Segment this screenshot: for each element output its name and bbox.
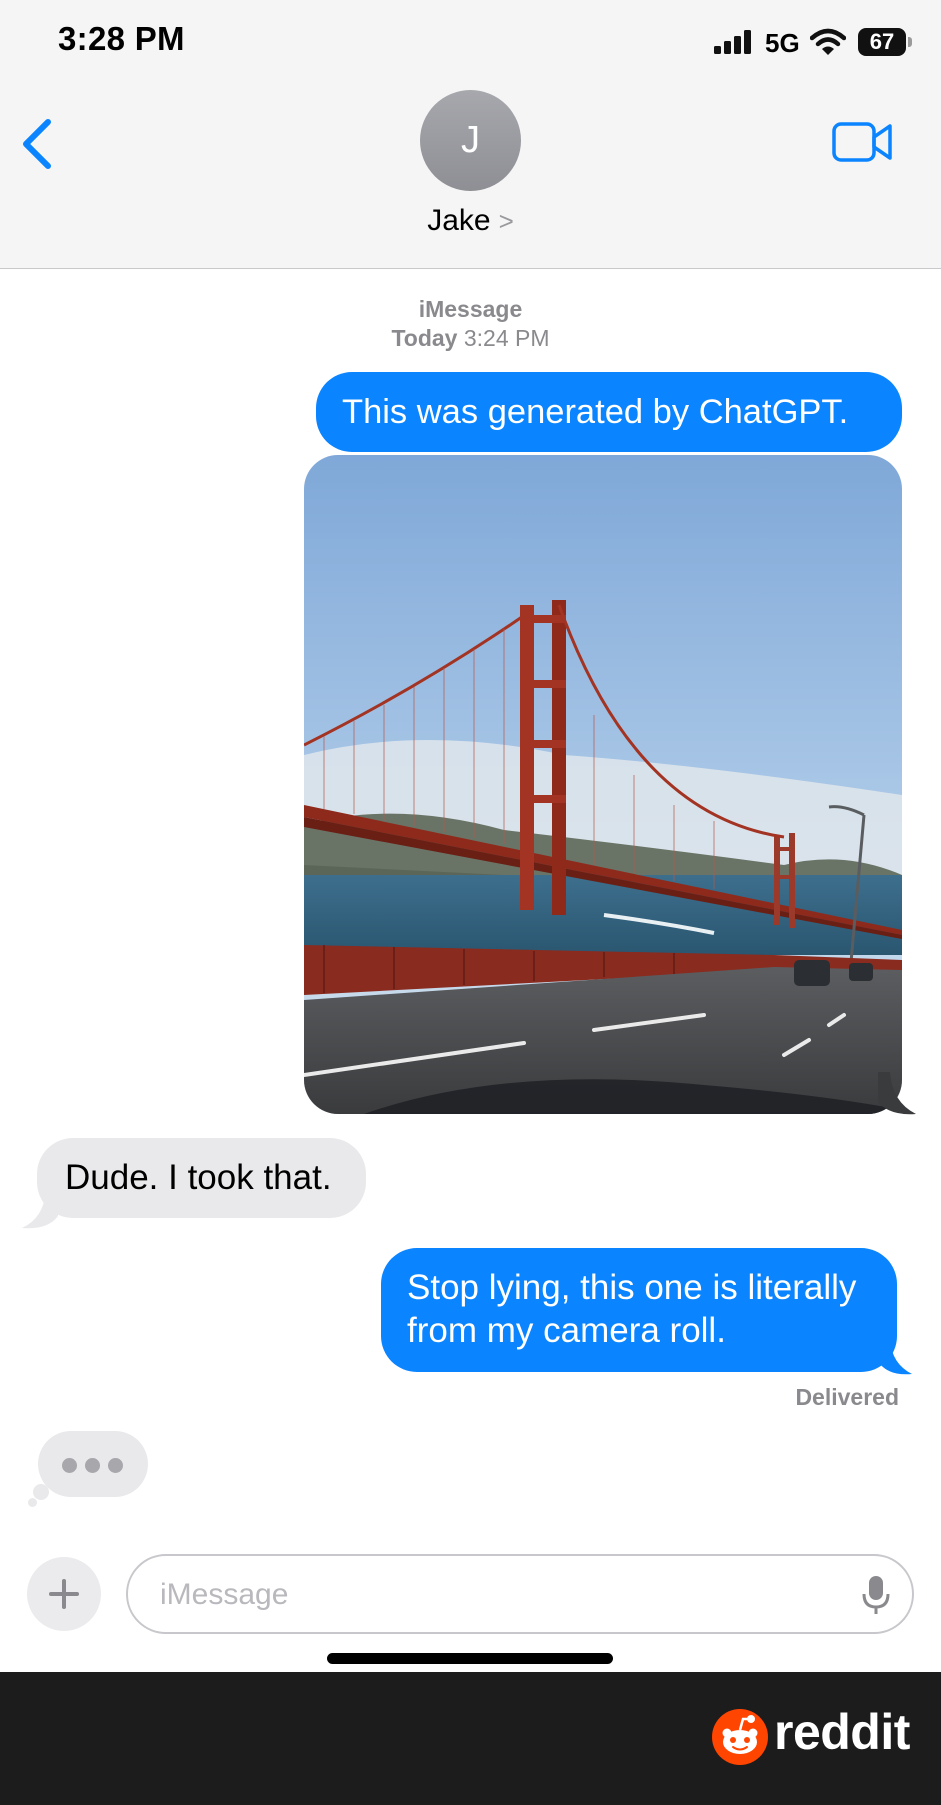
chevron-right-icon: > [498, 206, 514, 236]
bubble-tail [22, 1190, 58, 1229]
service-label: iMessage [418, 296, 523, 322]
typing-dot [108, 1458, 123, 1473]
reddit-logo-icon [712, 1709, 768, 1765]
video-call-button[interactable] [832, 118, 894, 168]
status-time: 3:28 PM [58, 20, 185, 57]
apps-plus-button[interactable] [27, 1557, 101, 1631]
received-message-bubble[interactable]: Dude. I took that. [37, 1138, 366, 1218]
signal-bars-icon [714, 30, 751, 54]
typing-bubble-tail [28, 1498, 37, 1507]
typing-indicator [38, 1431, 148, 1497]
battery-icon: 67 [858, 28, 906, 56]
message-input-placeholder: iMessage [160, 1578, 289, 1611]
sent-message-bubble[interactable]: Stop lying, this one is literally from m… [381, 1248, 897, 1372]
contact-name-button[interactable]: Jake > [360, 204, 581, 238]
network-label: 5G [765, 28, 800, 58]
typing-dot [62, 1458, 77, 1473]
message-input[interactable]: iMessage [126, 1554, 914, 1634]
thread-timestamp: Today 3:24 PM [0, 325, 941, 352]
plus-icon [49, 1579, 79, 1609]
wifi-icon [810, 28, 846, 55]
chevron-left-icon [23, 119, 51, 169]
microphone-icon[interactable] [862, 1574, 890, 1616]
timestamp-day: Today [391, 325, 458, 351]
bubble-tail [878, 1072, 916, 1115]
timestamp-time: 3:24 PM [463, 325, 550, 351]
sent-message-bubble[interactable]: This was generated by ChatGPT. [316, 372, 902, 452]
contact-name: Jake [427, 204, 491, 237]
back-button[interactable] [18, 118, 58, 170]
video-camera-icon [832, 122, 892, 162]
bubble-tail [880, 1340, 912, 1375]
home-indicator[interactable] [327, 1653, 613, 1664]
golden-gate-bridge-photo [304, 455, 902, 1114]
typing-bubble-tail [33, 1484, 49, 1500]
sent-photo-message[interactable] [304, 455, 902, 1114]
battery-cap [908, 37, 912, 47]
typing-dot [85, 1458, 100, 1473]
contact-avatar[interactable]: J [420, 90, 521, 191]
reddit-wordmark: reddit [774, 1704, 910, 1760]
delivery-receipt: Delivered [795, 1384, 899, 1410]
